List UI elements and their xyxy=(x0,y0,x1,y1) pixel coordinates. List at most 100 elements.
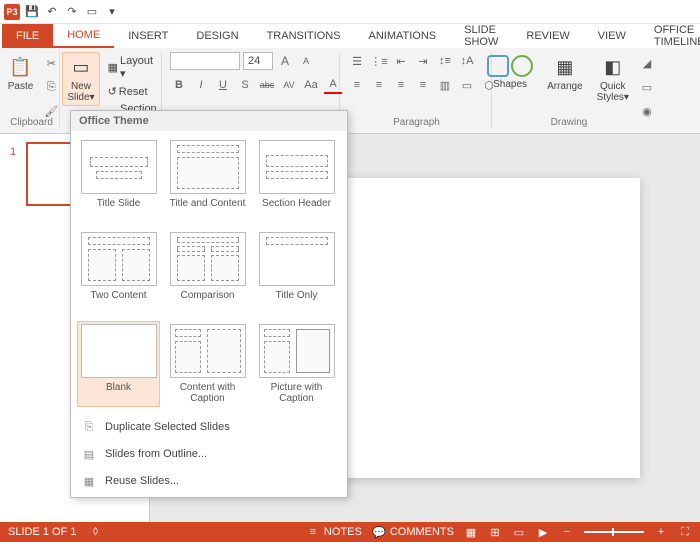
layout-label: Title Only xyxy=(276,290,318,312)
new-slide-dropdown: Office Theme Title Slide Title and Conte… xyxy=(70,110,348,498)
layout-button[interactable]: ▦Layout ▾ xyxy=(104,54,161,81)
tab-view[interactable]: VIEW xyxy=(584,24,640,48)
text-direction-icon[interactable]: ↕A xyxy=(458,52,476,70)
align-right-icon[interactable]: ≡ xyxy=(392,76,410,94)
new-slide-button[interactable]: ▭ New Slide▾ xyxy=(62,52,99,106)
quick-styles-label: Quick Styles▾ xyxy=(597,81,629,103)
group-clipboard: 📋 Paste ✂ ⎘ 🖌 Clipboard xyxy=(4,52,60,128)
layout-section-header[interactable]: Section Header xyxy=(255,137,338,223)
underline-button[interactable]: U xyxy=(214,76,232,94)
arrange-button[interactable]: ▦ Arrange xyxy=(542,52,588,95)
status-slide-count: SLIDE 1 OF 1 xyxy=(8,526,76,538)
layout-label: Picture with Caption xyxy=(258,382,335,404)
bullets-icon[interactable]: ☰ xyxy=(348,52,366,70)
line-spacing-icon[interactable]: ↕≡ xyxy=(436,52,454,70)
outline-icon: ▤ xyxy=(81,446,97,462)
spacing-button[interactable]: AV xyxy=(280,76,298,94)
duplicate-icon: ⎘ xyxy=(81,419,97,435)
indent-inc-icon[interactable]: ⇥ xyxy=(414,52,432,70)
case-button[interactable]: Aa xyxy=(302,76,320,94)
quick-styles-button[interactable]: ◧ Quick Styles▾ xyxy=(592,52,634,106)
zoom-out-icon[interactable]: − xyxy=(560,525,574,539)
slide-number: 1 xyxy=(10,146,16,158)
rect-shape-icon xyxy=(487,55,509,77)
notes-button[interactable]: ≡NOTES xyxy=(306,525,362,539)
notes-icon: ≡ xyxy=(306,525,320,539)
tab-animations[interactable]: ANIMATIONS xyxy=(355,24,451,48)
font-color-icon[interactable]: A xyxy=(324,76,342,94)
normal-view-icon[interactable]: ▦ xyxy=(464,525,478,539)
reading-view-icon[interactable]: ▭ xyxy=(512,525,526,539)
justify-icon[interactable]: ≡ xyxy=(414,76,432,94)
menu-duplicate-slides[interactable]: ⎘Duplicate Selected Slides xyxy=(71,413,347,440)
spell-check-icon[interactable]: ◊ xyxy=(88,525,102,539)
numbering-icon[interactable]: ⋮≡ xyxy=(370,52,388,70)
zoom-slider[interactable] xyxy=(584,531,644,533)
tab-design[interactable]: DESIGN xyxy=(182,24,252,48)
layout-label: Section Header xyxy=(262,198,331,220)
layout-title-content[interactable]: Title and Content xyxy=(166,137,249,223)
group-drawing: Shapes ▦ Arrange ◧ Quick Styles▾ ◢ ▭ ◉ D… xyxy=(494,52,644,128)
shadow-button[interactable]: S xyxy=(236,76,254,94)
tab-home[interactable]: HOME xyxy=(53,24,114,48)
shape-fill-icon[interactable]: ◢ xyxy=(638,54,656,72)
redo-icon[interactable]: ↷ xyxy=(64,4,80,20)
paste-button[interactable]: 📋 Paste xyxy=(3,52,39,95)
font-family-input[interactable] xyxy=(170,52,240,70)
indent-dec-icon[interactable]: ⇤ xyxy=(392,52,410,70)
layout-comparison[interactable]: Comparison xyxy=(166,229,249,315)
tab-file[interactable]: FILE xyxy=(2,24,53,48)
tab-insert[interactable]: INSERT xyxy=(114,24,182,48)
align-center-icon[interactable]: ≡ xyxy=(370,76,388,94)
start-from-beginning-icon[interactable]: ▭ xyxy=(84,4,100,20)
comments-label: COMMENTS xyxy=(390,526,454,538)
group-clipboard-label: Clipboard xyxy=(4,117,59,128)
slideshow-view-icon[interactable]: ▶ xyxy=(536,525,550,539)
layout-two-content[interactable]: Two Content xyxy=(77,229,160,315)
bold-button[interactable]: B xyxy=(170,76,188,94)
menu-label: Reuse Slides... xyxy=(105,475,179,487)
arrange-label: Arrange xyxy=(547,81,583,92)
quick-access-toolbar: P3 💾 ↶ ↷ ▭ ▾ xyxy=(0,0,700,24)
layout-blank[interactable]: Blank xyxy=(77,321,160,407)
app-icon: P3 xyxy=(4,4,20,20)
layout-label: Title and Content xyxy=(170,198,246,220)
font-size-input[interactable]: 24 xyxy=(243,52,273,70)
status-bar: SLIDE 1 OF 1 ◊ ≡NOTES 💬COMMENTS ▦ ⊞ ▭ ▶ … xyxy=(0,522,700,542)
columns-icon[interactable]: ▥ xyxy=(436,76,454,94)
tab-transitions[interactable]: TRANSITIONS xyxy=(253,24,355,48)
cut-icon[interactable]: ✂ xyxy=(42,54,60,72)
undo-icon[interactable]: ↶ xyxy=(44,4,60,20)
comments-icon: 💬 xyxy=(372,525,386,539)
grow-font-icon[interactable]: A xyxy=(276,52,294,70)
shrink-font-icon[interactable]: A xyxy=(297,52,315,70)
layout-icon: ▦ xyxy=(108,61,118,74)
zoom-in-icon[interactable]: + xyxy=(654,525,668,539)
group-paragraph-label: Paragraph xyxy=(342,117,491,128)
layout-label: Title Slide xyxy=(97,198,141,220)
fit-window-icon[interactable]: ⛶ xyxy=(678,525,692,539)
sorter-view-icon[interactable]: ⊞ xyxy=(488,525,502,539)
menu-slides-from-outline[interactable]: ▤ Slides from Outline... xyxy=(71,440,347,467)
copy-icon[interactable]: ⎘ xyxy=(42,78,60,96)
comments-button[interactable]: 💬 COMMENTS xyxy=(372,525,454,539)
align-left-icon[interactable]: ≡ xyxy=(348,76,366,94)
shapes-button[interactable]: Shapes xyxy=(482,52,538,93)
strike-button[interactable]: abc xyxy=(258,76,276,94)
qat-customize-icon[interactable]: ▾ xyxy=(104,4,120,20)
reset-label: Reset xyxy=(119,86,148,98)
align-text-icon[interactable]: ▭ xyxy=(458,76,476,94)
reset-button[interactable]: ↺Reset xyxy=(104,84,161,99)
save-icon[interactable]: 💾 xyxy=(24,4,40,20)
layout-title-only[interactable]: Title Only xyxy=(255,229,338,315)
tab-review[interactable]: REVIEW xyxy=(512,24,583,48)
tab-office-timeline[interactable]: OFFICE TIMELINE+ xyxy=(640,24,700,48)
shape-outline-icon[interactable]: ▭ xyxy=(638,78,656,96)
menu-reuse-slides[interactable]: ▦Reuse Slides... xyxy=(71,467,347,497)
layout-picture-caption[interactable]: Picture with Caption xyxy=(255,321,338,407)
layout-title-slide[interactable]: Title Slide xyxy=(77,137,160,223)
tab-slideshow[interactable]: SLIDE SHOW xyxy=(450,24,512,48)
menu-label: Slides from Outline... xyxy=(105,448,207,460)
italic-button[interactable]: I xyxy=(192,76,210,94)
layout-content-caption[interactable]: Content with Caption xyxy=(166,321,249,407)
